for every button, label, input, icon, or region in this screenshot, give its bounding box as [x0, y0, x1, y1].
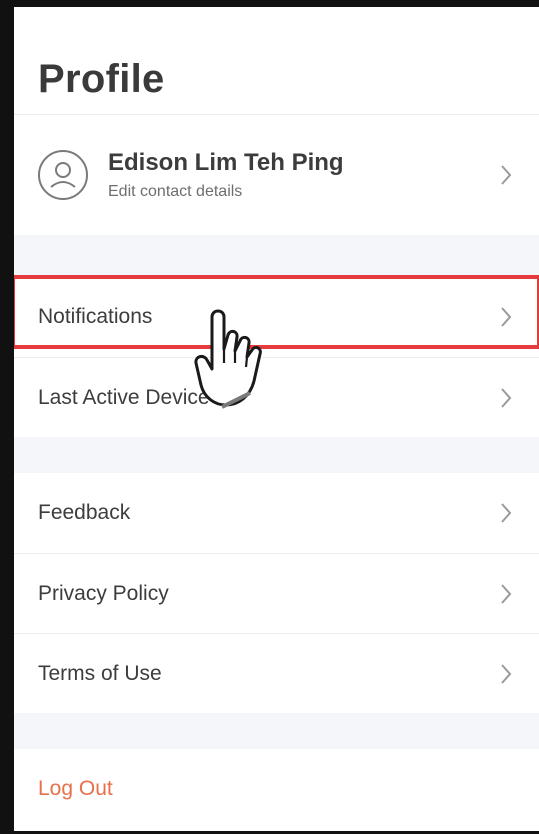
- chevron-right-icon: [501, 387, 512, 408]
- menu-item-label: Feedback: [38, 501, 131, 524]
- menu-item-label: Last Active Device: [38, 385, 210, 409]
- menu-item-label: Terms of Use: [38, 661, 162, 685]
- section-divider: [14, 437, 539, 473]
- menu-item-terms-of-use[interactable]: Terms of Use: [14, 633, 539, 713]
- menu-item-feedback[interactable]: Feedback: [14, 473, 539, 553]
- profile-name: Edison Lim Teh Ping: [108, 149, 344, 176]
- menu-item-last-active-device[interactable]: Last Active Device: [14, 357, 539, 437]
- chevron-right-icon: [501, 663, 512, 684]
- header: Profile: [14, 7, 539, 115]
- section-divider: [14, 713, 539, 749]
- hand-pointer-icon: [194, 309, 262, 409]
- menu-item-label: Privacy Policy: [38, 581, 169, 605]
- chevron-right-icon: [501, 165, 512, 185]
- phone-frame: Profile Edison Lim Teh Ping Edit contact…: [0, 0, 539, 834]
- chevron-right-icon: [501, 503, 512, 523]
- section-divider: [14, 235, 539, 277]
- chevron-right-icon: [501, 307, 512, 327]
- edit-contact-details-label: Edit contact details: [108, 183, 243, 200]
- log-out-label: Log Out: [38, 777, 113, 800]
- chevron-right-icon: [501, 583, 512, 604]
- profile-text: Edison Lim Teh Ping Edit contact details: [108, 149, 344, 201]
- menu-item-label: Notifications: [38, 305, 153, 328]
- profile-row[interactable]: Edison Lim Teh Ping Edit contact details: [14, 115, 539, 235]
- page-title: Profile: [38, 57, 165, 101]
- menu-item-notifications[interactable]: Notifications: [14, 277, 539, 357]
- menu-item-privacy-policy[interactable]: Privacy Policy: [14, 553, 539, 633]
- user-circle-icon: [38, 150, 88, 200]
- log-out-button[interactable]: Log Out: [14, 749, 539, 829]
